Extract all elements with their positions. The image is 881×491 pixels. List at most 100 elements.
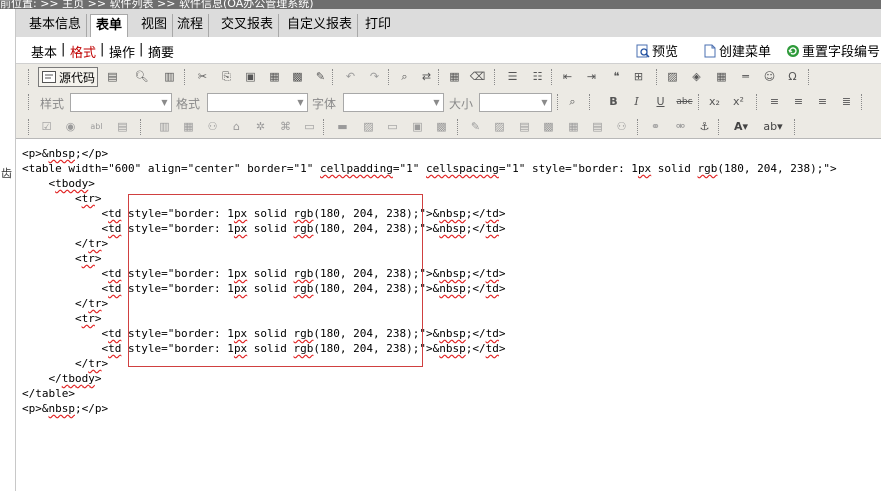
code-line: </tr> [22,237,109,250]
checkbox-icon[interactable]: ☑ [38,118,55,135]
tab-form[interactable]: 表单 [90,14,129,37]
format-combo[interactable]: ▼ [207,93,308,112]
subtab-format[interactable]: 格式 [70,42,96,61]
link-icon[interactable]: ⚭ [647,118,664,135]
left-gutter: 齿 [0,0,16,491]
paste-word-icon[interactable]: ▩ [289,68,306,85]
image-upload-icon[interactable]: ▨ [491,118,508,135]
templates-icon[interactable]: ▥ [161,68,178,85]
table-icon[interactable]: ▦ [713,68,730,85]
align-right-icon[interactable]: ≡ [814,93,831,110]
unlink-icon[interactable]: ⚮ [672,118,689,135]
preview-button[interactable]: 预览 [636,41,678,60]
font-combo[interactable]: ▼ [343,93,444,112]
copy-icon[interactable]: ⎘ [218,68,235,85]
macro-icon[interactable]: ✲ [252,118,269,135]
eraser-icon[interactable]: ✎ [312,68,329,85]
toolbar-grip [457,119,461,135]
subscript-icon[interactable]: x₂ [706,93,723,110]
sign-icon[interactable]: ▭ [301,118,318,135]
flash-icon[interactable]: ◈ [688,68,705,85]
div-container-icon[interactable]: ⊞ [630,68,647,85]
subtab-summary[interactable]: 摘要 [148,42,174,61]
bulleted-list-icon[interactable]: ☷ [529,68,546,85]
radio-icon[interactable]: ◉ [62,118,79,135]
tab-cross-report[interactable]: 交叉报表 [216,14,280,37]
chart-control-icon[interactable]: ▦ [565,118,582,135]
smiley-icon[interactable]: ☺ [761,68,778,85]
paste-icon[interactable]: ▣ [242,68,259,85]
superscript-icon[interactable]: x² [730,93,747,110]
subtab-basic[interactable]: 基本 [31,42,57,61]
textarea-icon[interactable]: ▤ [114,118,131,135]
user-picker-icon[interactable]: ⚇ [204,118,221,135]
zoom-icon[interactable]: ⌕ [564,93,581,110]
list-view-icon[interactable]: ▤ [589,118,606,135]
pen-icon[interactable]: ✎ [467,118,484,135]
calendar-icon[interactable]: ▦ [180,118,197,135]
find-icon[interactable]: ⌕ [396,68,413,85]
align-center-icon[interactable]: ≡ [790,93,807,110]
outdent-icon[interactable]: ⇤ [559,68,576,85]
data-select-icon[interactable]: ▩ [433,118,450,135]
button-control-icon[interactable]: ▬ [334,118,351,135]
form-icon[interactable]: ▣ [409,118,426,135]
indent-icon[interactable]: ⇥ [583,68,600,85]
reset-field-number-button[interactable]: 重置字段编号 [786,41,880,60]
style-combo-label: 样式 [40,97,65,111]
create-menu-button[interactable]: 创建菜单 [703,41,771,60]
numbered-list-icon[interactable]: ☰ [504,68,521,85]
tab-flow[interactable]: 流程 [172,14,210,37]
anchor-icon[interactable]: ⚓ [696,118,713,135]
source-code-button[interactable]: 源代码 [38,67,98,87]
tab-view[interactable]: 视图 [136,14,174,37]
replace-icon[interactable]: ⇄ [418,68,435,85]
background-color-icon[interactable]: ab▾ [759,118,787,135]
tab-custom-report[interactable]: 自定义报表 [282,14,359,37]
size-combo-label: 大小 [449,97,474,111]
size-combo[interactable]: ▼ [479,93,552,112]
format-combo-label: 格式 [176,97,201,111]
style-combo[interactable]: ▼ [70,93,172,112]
list-control-icon[interactable]: ▥ [156,118,173,135]
blockquote-icon[interactable]: ❝ [608,68,625,85]
image-icon[interactable]: ▨ [664,68,681,85]
justify-icon[interactable]: ≣ [838,93,855,110]
source-code-editor[interactable]: <p>&nbsp;</p> <table width="600" align="c… [16,140,881,491]
text-color-icon[interactable]: A▾ [728,118,754,135]
print-preview-icon[interactable]: 🔍︎ [133,68,150,85]
sub-toolbar: 基本 | 格式 | 操作 | 摘要 预览 创建菜单 重置字段编号 [16,37,881,63]
select-all-icon[interactable]: ▦ [446,68,463,85]
hidden-field-icon[interactable]: ▭ [384,118,401,135]
strikethrough-icon[interactable]: abc [676,93,693,110]
toolbar-row-2: 样式 ▼ 格式 ▼ 字体 ▼ 大小 ▼ ⌕ B I U abc x₂ x² ≡ … [16,90,881,114]
undo-icon[interactable]: ↶ [342,68,359,85]
textfield-icon[interactable]: abl [88,118,105,135]
image-control-icon[interactable]: ▨ [360,118,377,135]
horizontal-rule-icon[interactable]: ═ [737,68,754,85]
special-char-icon[interactable]: Ω [784,68,801,85]
paste-text-icon[interactable]: ▦ [266,68,283,85]
media-icon[interactable]: ▩ [540,118,557,135]
calculate-icon[interactable]: ⌘ [277,118,294,135]
attachment-icon[interactable]: ▤ [516,118,533,135]
user-control-icon[interactable]: ⚇ [613,118,630,135]
tab-basic-info[interactable]: 基本信息 [24,14,88,37]
toolbar-grip [718,119,722,135]
font-combo-label: 字体 [312,97,337,111]
align-left-icon[interactable]: ≡ [766,93,783,110]
tab-print[interactable]: 打印 [360,14,396,37]
separator: | [61,42,66,57]
italic-icon[interactable]: I [628,93,645,110]
bold-icon[interactable]: B [605,93,622,110]
save-icon[interactable]: ▤ [104,68,121,85]
cut-icon[interactable]: ✂ [194,68,211,85]
remove-format-icon[interactable]: ⌫ [469,68,486,85]
toolbar-grip [656,69,660,85]
subtab-operation[interactable]: 操作 [109,42,135,61]
left-gutter-glyph: 齿 [1,167,12,180]
toolbar-grip [438,69,442,85]
underline-icon[interactable]: U [652,93,669,110]
department-icon[interactable]: ⌂ [228,118,245,135]
redo-icon[interactable]: ↷ [366,68,383,85]
